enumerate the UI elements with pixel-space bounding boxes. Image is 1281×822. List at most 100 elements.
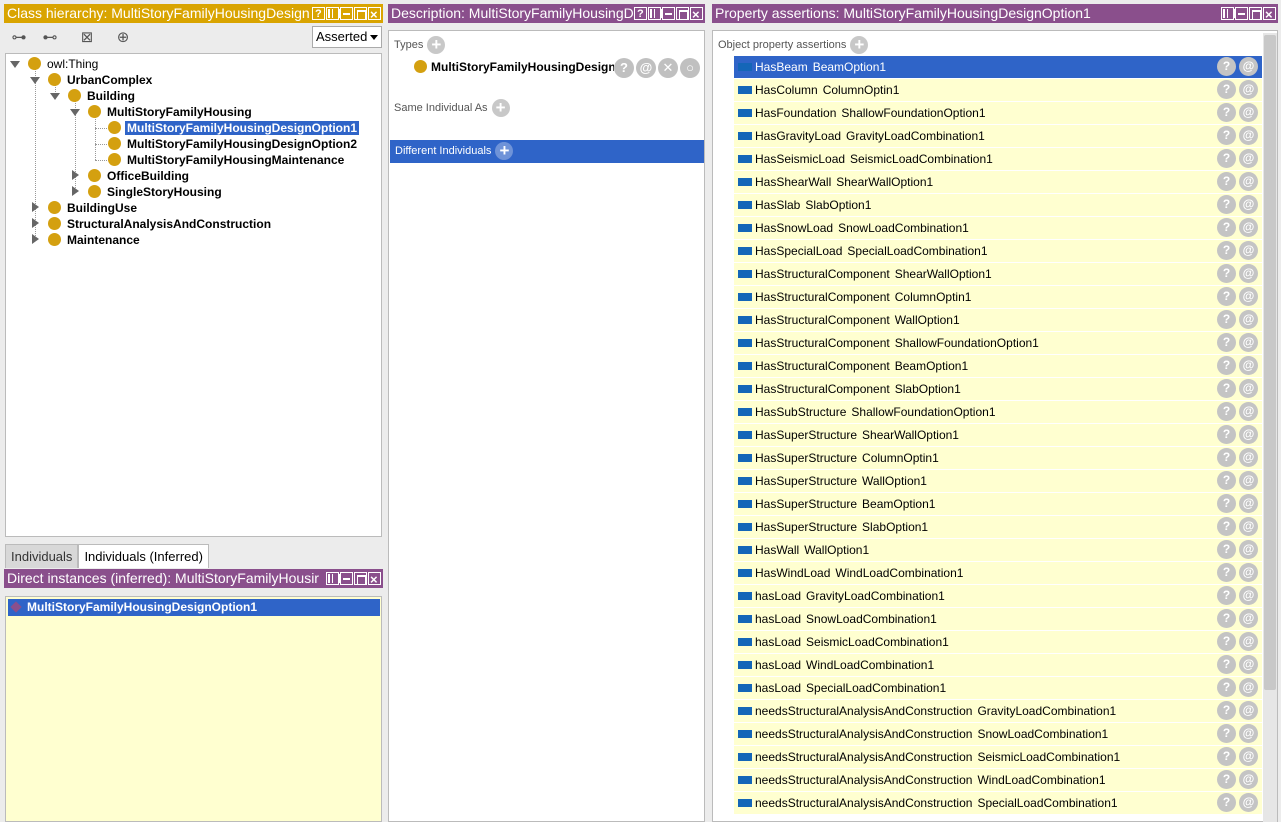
table-row[interactable]: HasGravityLoad GravityLoadCombination1? @ (734, 125, 1262, 147)
table-row[interactable]: hasLoad WindLoadCombination1? @ (734, 654, 1262, 676)
table-row[interactable]: HasSnowLoad SnowLoadCombination1? @ (734, 217, 1262, 239)
table-row[interactable]: HasStructuralComponent ColumnOptin1? @ (734, 286, 1262, 308)
tree-node-maintenance-class[interactable]: MultiStoryFamilyHousingMaintenance (108, 152, 346, 168)
close-icon[interactable] (368, 5, 381, 23)
explain-icon[interactable]: ? (1217, 172, 1236, 191)
explain-icon[interactable]: ? (1217, 379, 1236, 398)
table-row[interactable]: needsStructuralAnalysisAndConstruction Wi… (734, 769, 1262, 791)
annotate-icon[interactable]: @ (1239, 195, 1258, 214)
annotate-icon[interactable]: @ (1239, 770, 1258, 789)
explain-icon[interactable]: ? (1217, 57, 1236, 76)
explain-icon[interactable]: ? (1217, 724, 1236, 743)
table-row[interactable]: needsStructuralAnalysisAndConstruction Se… (734, 746, 1262, 768)
maximize-icon[interactable] (1249, 7, 1262, 20)
add-same-individual-icon[interactable]: + (491, 99, 510, 117)
add-subclass-icon[interactable]: ⊶ (9, 28, 29, 48)
table-row[interactable]: HasSeismicLoad SeismicLoadCombination1? @ (734, 148, 1262, 170)
tab-individuals-inferred[interactable]: Individuals (Inferred) (78, 544, 209, 568)
tree-node-maintenance[interactable]: Maintenance (48, 232, 142, 248)
edit-icon[interactable]: ○ (680, 58, 700, 78)
explain-icon[interactable]: ? (1217, 701, 1236, 720)
annotate-icon[interactable]: @ (1239, 724, 1258, 743)
annotate-icon[interactable]: @ (1239, 609, 1258, 628)
maximize-icon[interactable] (354, 572, 367, 585)
table-row[interactable]: HasStructuralComponent WallOption1? @ (734, 309, 1262, 331)
help-icon[interactable] (634, 5, 647, 23)
explain-icon[interactable]: ? (1217, 218, 1236, 237)
explain-icon[interactable]: ? (1217, 402, 1236, 421)
explain-icon[interactable]: ? (1217, 678, 1236, 697)
explain-icon[interactable]: ? (1217, 264, 1236, 283)
maximize-icon[interactable] (676, 7, 689, 20)
watch-class-icon[interactable]: ⊕ (113, 28, 133, 48)
split-view-icon[interactable] (326, 7, 341, 20)
annotate-icon[interactable]: @ (1239, 494, 1258, 513)
tree-toggle-owl-thing[interactable] (10, 61, 20, 68)
annotate-icon[interactable]: @ (1239, 678, 1258, 697)
table-row[interactable]: HasWall WallOption1? @ (734, 539, 1262, 561)
different-individuals-section[interactable]: Different Individuals + (390, 140, 704, 163)
explain-icon[interactable]: ? (1217, 448, 1236, 467)
explain-icon[interactable]: ? (1217, 471, 1236, 490)
explain-icon[interactable]: ? (1217, 770, 1236, 789)
explain-icon[interactable]: ? (1217, 586, 1236, 605)
annotate-icon[interactable]: @ (1239, 264, 1258, 283)
list-item[interactable]: MultiStoryFamilyHousingDesignOption1 (8, 599, 380, 616)
table-row[interactable]: HasWindLoad WindLoadCombination1? @ (734, 562, 1262, 584)
close-icon[interactable] (690, 5, 703, 23)
table-row[interactable]: needsStructuralAnalysisAndConstruction Sn… (734, 723, 1262, 745)
table-row[interactable]: hasLoad GravityLoadCombination1? @ (734, 585, 1262, 607)
explain-icon[interactable]: ? (1217, 126, 1236, 145)
table-row[interactable]: HasSpecialLoad SpecialLoadCombination1? @ (734, 240, 1262, 262)
minimize-icon[interactable] (1235, 7, 1248, 20)
tree-toggle-building-use[interactable] (32, 202, 39, 212)
annotate-icon[interactable]: @ (1239, 103, 1258, 122)
annotate-icon[interactable]: @ (1239, 586, 1258, 605)
split-view-icon[interactable] (648, 7, 663, 20)
table-row[interactable]: HasSlab SlabOption1? @ (734, 194, 1262, 216)
type-entry[interactable]: MultiStoryFamilyHousingDesignO (414, 59, 614, 75)
annotate-icon[interactable]: @ (1239, 517, 1258, 536)
split-view-icon[interactable] (326, 572, 341, 585)
explain-icon[interactable]: ? (1217, 195, 1236, 214)
tree-toggle-single-story-housing[interactable] (72, 186, 79, 196)
explain-icon[interactable]: ? (1217, 287, 1236, 306)
explain-icon[interactable]: ? (1217, 563, 1236, 582)
tree-node-single-story-housing[interactable]: SingleStoryHousing (88, 184, 224, 200)
add-type-icon[interactable]: + (427, 36, 446, 54)
table-row[interactable]: HasSuperStructure BeamOption1? @ (734, 493, 1262, 515)
tree-node-building-use[interactable]: BuildingUse (48, 200, 139, 216)
annotate-icon[interactable]: @ (1239, 356, 1258, 375)
table-row[interactable]: HasSuperStructure SlabOption1? @ (734, 516, 1262, 538)
tree-toggle-urban-complex[interactable] (30, 77, 40, 84)
explain-icon[interactable]: ? (1217, 356, 1236, 375)
table-row[interactable]: HasStructuralComponent ShallowFoundationO… (734, 332, 1262, 354)
annotate-icon[interactable]: @ (1239, 57, 1258, 76)
annotate-icon[interactable]: @ (1239, 632, 1258, 651)
table-row[interactable]: HasStructuralComponent BeamOption1? @ (734, 355, 1262, 377)
tree-node-building[interactable]: Building (68, 88, 137, 104)
explain-icon[interactable]: ? (1217, 103, 1236, 122)
help-icon[interactable] (312, 5, 325, 23)
annotate-icon[interactable]: @ (1239, 241, 1258, 260)
explain-icon[interactable]: ? (1217, 793, 1236, 812)
annotate-icon[interactable]: @ (1239, 448, 1258, 467)
tree-node-structural-analysis[interactable]: StructuralAnalysisAndConstruction (48, 216, 273, 232)
vertical-scrollbar[interactable] (1263, 33, 1277, 822)
table-row[interactable]: hasLoad SpecialLoadCombination1? @ (734, 677, 1262, 699)
tree-node-owl-thing[interactable]: owl:Thing (28, 56, 100, 72)
minimize-icon[interactable] (662, 7, 675, 20)
table-row[interactable]: HasShearWall ShearWallOption1? @ (734, 171, 1262, 193)
explain-icon[interactable]: ? (1217, 632, 1236, 651)
annotate-icon[interactable]: @ (1239, 287, 1258, 306)
delete-icon[interactable]: ✕ (658, 58, 678, 78)
explain-icon[interactable]: ? (614, 58, 634, 78)
annotate-icon[interactable]: @ (1239, 655, 1258, 674)
annotate-icon[interactable]: @ (1239, 379, 1258, 398)
explain-icon[interactable]: ? (1217, 333, 1236, 352)
table-row[interactable]: HasStructuralComponent ShearWallOption1? @ (734, 263, 1262, 285)
split-view-icon[interactable] (1221, 7, 1236, 20)
annotate-icon[interactable]: @ (1239, 80, 1258, 99)
table-row[interactable]: needsStructuralAnalysisAndConstruction Gr… (734, 700, 1262, 722)
tree-node-design-option2[interactable]: MultiStoryFamilyHousingDesignOption2 (108, 136, 359, 152)
